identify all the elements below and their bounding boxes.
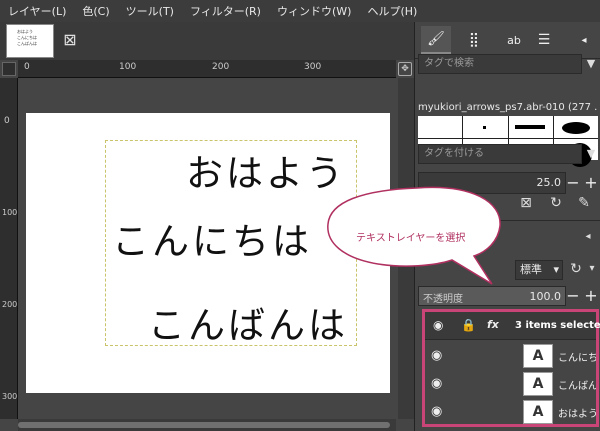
menu-filters[interactable]: フィルター(R) — [182, 3, 269, 19]
menubar: レイヤー(L) 色(C) ツール(T) フィルター(R) ウィンドウ(W) ヘル… — [0, 0, 600, 22]
chevron-down-icon[interactable]: ▼ — [583, 54, 599, 74]
minus-icon[interactable]: − — [565, 172, 581, 194]
chevron-down-icon: ▾ — [553, 263, 559, 276]
layer-row[interactable]: ◉ A こんにちは — [425, 342, 596, 370]
thumb-line: こんばんは — [17, 41, 37, 46]
dock-menu-button[interactable]: ◂ — [569, 26, 599, 54]
quick-mask-toggle[interactable] — [2, 62, 16, 76]
layer-name: おはよう — [558, 409, 596, 420]
layer-row[interactable]: ◉ A おはよう — [425, 398, 596, 426]
tag-search-input[interactable]: タグで検索 — [418, 54, 582, 74]
chevron-down-icon[interactable]: ▾ — [583, 260, 600, 278]
menu-tools[interactable]: ツール(T) — [118, 3, 182, 19]
brush-cell[interactable] — [463, 116, 508, 138]
brush-name: myukiori_arrows_ps7.abr-010 (277 ... — [418, 102, 598, 113]
chevron-left-icon[interactable]: ◂ — [579, 228, 597, 246]
opacity-value: 100.0 — [529, 290, 562, 303]
layer-row[interactable]: ◉ A こんばんは — [425, 370, 596, 398]
ruler-label: 100 — [2, 208, 18, 217]
layer-name: こんにちは — [558, 353, 596, 364]
opacity-label: 不透明度 — [423, 294, 463, 305]
eye-icon[interactable]: ◉ — [431, 348, 442, 363]
tag-assign-input[interactable]: タグを付ける — [418, 144, 582, 164]
text-layer-icon: A — [523, 400, 553, 424]
eye-icon[interactable]: ◉ — [431, 376, 442, 391]
plus-icon[interactable]: + — [583, 285, 599, 307]
zoom-fit-icon[interactable]: ✥ — [398, 62, 412, 76]
ruler-label: 300 — [304, 62, 322, 72]
minus-icon[interactable]: − — [565, 285, 581, 307]
layer-mode-select[interactable]: 標準 ▾ — [515, 260, 563, 280]
menu-windows[interactable]: ウィンドウ(W) — [269, 3, 359, 19]
refresh-icon[interactable]: ↻ — [547, 194, 565, 212]
callout-text: テキストレイヤーを選択 — [356, 233, 466, 244]
text-layer-konbanwa[interactable]: こんばんは — [148, 295, 348, 349]
layers-list: ◉ 🔒 fx 3 items selected ◉ A こんにちは ◉ A こん… — [422, 309, 600, 427]
fonts-tab[interactable]: ab — [499, 26, 529, 54]
menu-help[interactable]: ヘルプ(H) — [359, 3, 425, 19]
menu-color[interactable]: 色(C) — [74, 3, 117, 19]
close-tab-icon[interactable]: ⊠ — [60, 30, 80, 50]
lock-icon[interactable]: 🔒 — [461, 318, 476, 332]
edit-brush-icon[interactable]: ✎ — [575, 194, 593, 212]
delete-brush-icon[interactable]: ⊠ — [517, 194, 535, 212]
brush-cell[interactable] — [418, 116, 463, 138]
menu-layer[interactable]: レイヤー(L) — [0, 3, 74, 19]
font-icon: ab — [507, 33, 521, 47]
document-history-tab[interactable]: ☰ — [529, 26, 559, 54]
selection-count: 3 items selected — [515, 320, 600, 331]
text-layer-konnichiwa[interactable]: こんにちは — [112, 211, 312, 265]
ruler-label: 200 — [212, 62, 230, 72]
chevron-left-icon: ◂ — [581, 34, 587, 46]
ruler-label: 0 — [4, 116, 10, 126]
patterns-tab[interactable]: ⣿ — [459, 26, 489, 54]
layers-header: ◉ 🔒 fx 3 items selected — [425, 312, 600, 340]
scrollbar-thumb[interactable] — [18, 422, 390, 428]
paintbrush-icon: 🖌 — [427, 31, 445, 47]
plus-icon[interactable]: + — [583, 172, 599, 194]
text-layer-icon: A — [523, 372, 553, 396]
pattern-grid-icon: ⣿ — [468, 32, 480, 48]
text-layer-icon: A — [523, 344, 553, 368]
layer-mode-label: 標準 — [520, 263, 542, 276]
brushes-tab[interactable]: 🖌 — [421, 26, 451, 54]
eye-icon[interactable]: ◉ — [433, 318, 443, 332]
chevron-down-icon[interactable]: ▼ — [583, 144, 599, 164]
brush-size-value: 25.0 — [536, 176, 562, 189]
ruler-label: 100 — [119, 62, 137, 72]
ruler-label: 300 — [2, 392, 18, 401]
ruler-label: 200 — [2, 300, 18, 309]
ruler-label: 0 — [24, 62, 30, 72]
stack-icon: ☰ — [537, 32, 551, 48]
image-tab-bar: おはよう こんにちは こんばんは ⊠ — [0, 22, 414, 60]
vertical-ruler: 0 100 200 300 — [0, 78, 18, 419]
horizontal-scrollbar[interactable] — [18, 419, 396, 431]
image-tab-thumbnail[interactable]: おはよう こんにちは こんばんは — [6, 24, 54, 58]
horizontal-ruler: 0 100 200 300 — [18, 60, 396, 78]
brush-cell[interactable] — [553, 116, 598, 138]
fx-icon[interactable]: fx — [487, 318, 499, 331]
eye-icon[interactable]: ◉ — [431, 404, 442, 419]
layer-name: こんばんは — [558, 381, 596, 392]
brush-cell[interactable] — [508, 116, 553, 138]
